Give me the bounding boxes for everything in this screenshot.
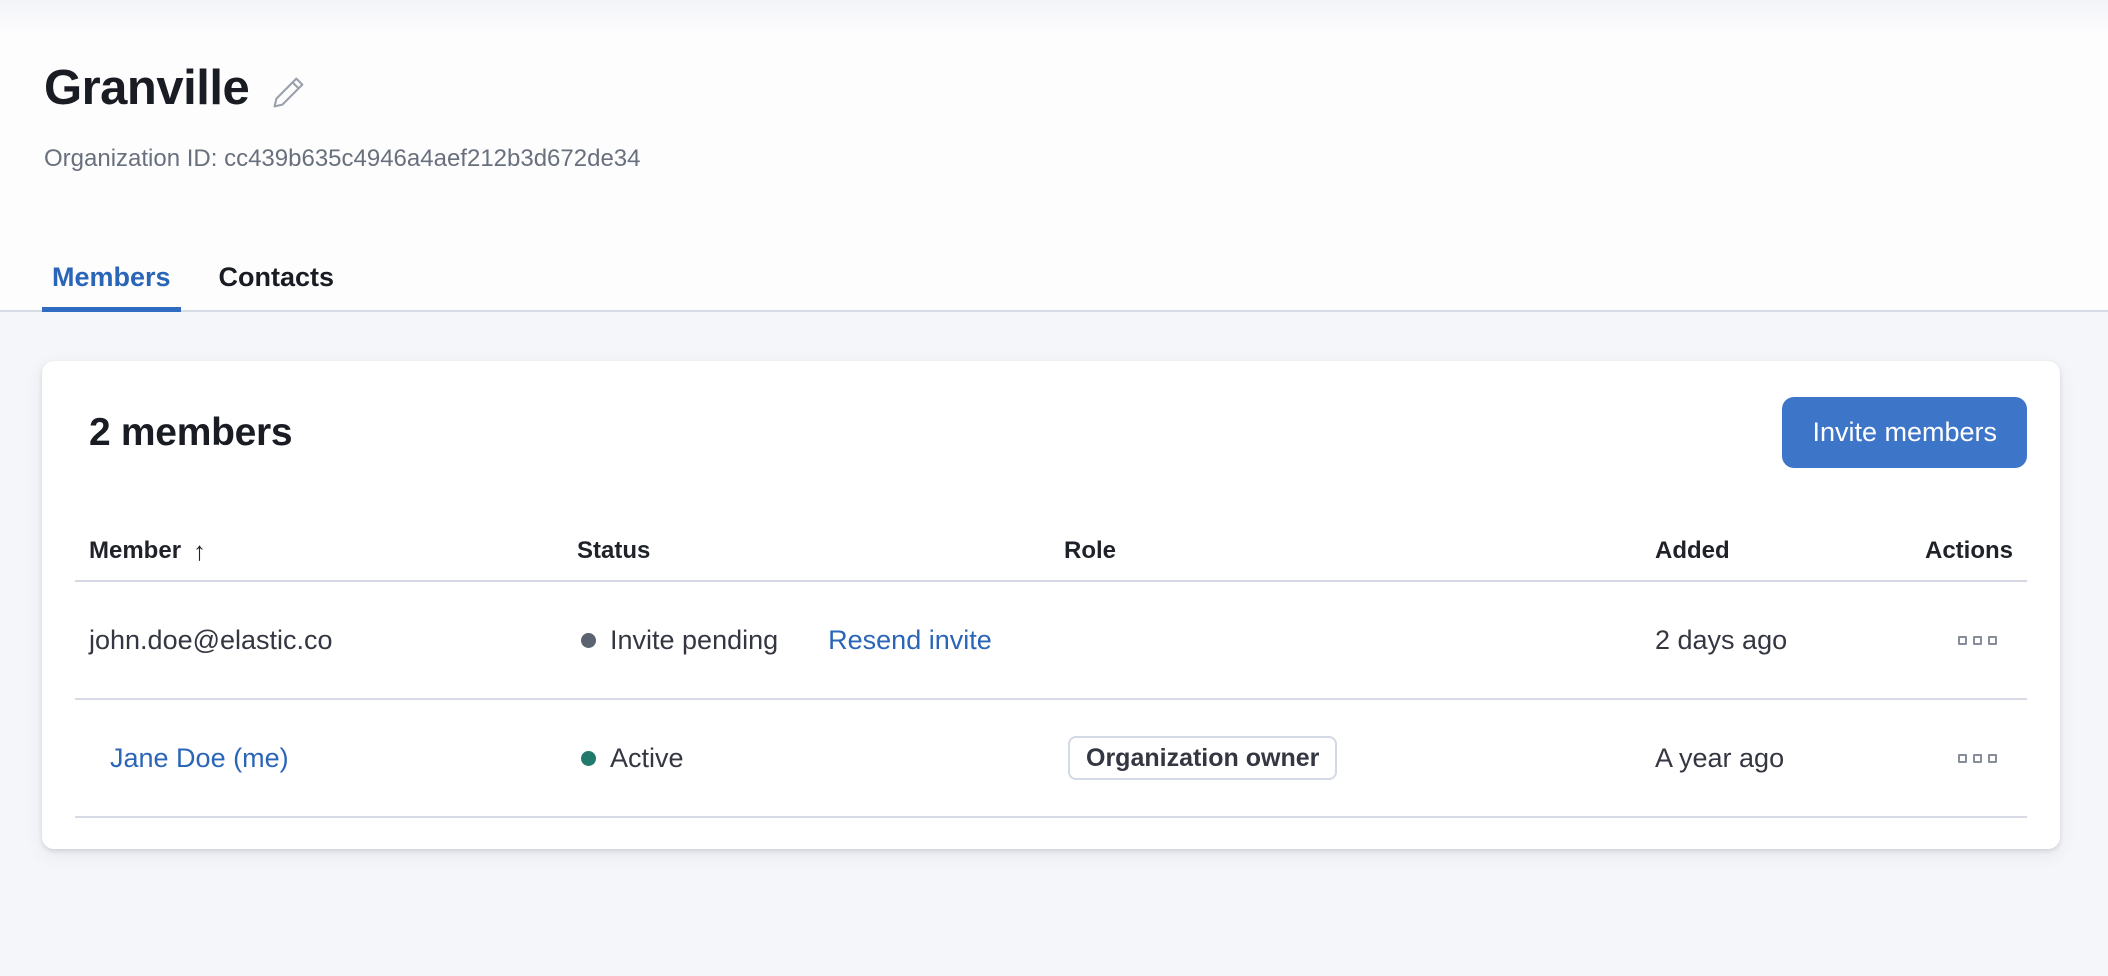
added-cell: 2 days ago [1640, 625, 1925, 656]
member-name-cell: Jane Doe (me) [75, 743, 565, 774]
page-title: Granville [44, 58, 249, 118]
column-header-status: Status [565, 536, 1060, 566]
sort-up-arrow-icon: ↑ [193, 536, 206, 566]
page-header: Granville Organization ID: cc439b635c494… [0, 0, 2108, 312]
tab-bar: Members Contacts [0, 260, 2108, 312]
page-body: 2 members Invite members Member ↑ Status… [0, 312, 2108, 972]
boxes-horizontal-icon [1958, 754, 1967, 763]
role-badge: Organization owner [1068, 736, 1337, 780]
pencil-icon [271, 74, 307, 110]
title-row: Granville [0, 0, 2108, 118]
status-dot-pending-icon [581, 633, 596, 648]
members-count-heading: 2 members [75, 409, 292, 457]
members-table: Member ↑ Status Role Added Actions john.… [75, 536, 2027, 818]
status-label: Invite pending [610, 625, 778, 656]
invite-members-button[interactable]: Invite members [1782, 397, 2027, 468]
column-header-member[interactable]: Member ↑ [75, 536, 565, 566]
tab-contacts[interactable]: Contacts [209, 260, 345, 310]
row-actions-button[interactable] [1952, 748, 2003, 769]
actions-cell [1925, 630, 2027, 651]
member-email: john.doe@elastic.co [75, 625, 565, 656]
added-cell: A year ago [1640, 743, 1925, 774]
members-card: 2 members Invite members Member ↑ Status… [42, 361, 2060, 849]
row-actions-button[interactable] [1952, 630, 2003, 651]
resend-invite-link[interactable]: Resend invite [828, 625, 992, 656]
tab-members[interactable]: Members [42, 260, 181, 310]
actions-cell [1925, 748, 2027, 769]
status-dot-active-icon [581, 751, 596, 766]
column-header-actions: Actions [1925, 536, 2031, 566]
table-header-row: Member ↑ Status Role Added Actions [75, 536, 2027, 582]
members-card-header: 2 members Invite members [75, 397, 2027, 468]
role-cell: Organization owner [1060, 736, 1640, 780]
table-row-invited-member: john.doe@elastic.co Invite pending Resen… [75, 582, 2027, 700]
status-cell: Invite pending Resend invite [565, 625, 1060, 656]
edit-organization-name-button[interactable] [271, 74, 307, 110]
column-header-added: Added [1640, 536, 1925, 566]
boxes-horizontal-icon [1958, 636, 1967, 645]
column-header-role: Role [1060, 536, 1640, 566]
table-row-current-user: Jane Doe (me) Active Organization owner … [75, 700, 2027, 818]
status-cell: Active [565, 743, 1060, 774]
member-profile-link[interactable]: Jane Doe (me) [110, 743, 289, 774]
organization-id: Organization ID: cc439b635c4946a4aef212b… [0, 144, 2108, 174]
status-label: Active [610, 743, 684, 774]
